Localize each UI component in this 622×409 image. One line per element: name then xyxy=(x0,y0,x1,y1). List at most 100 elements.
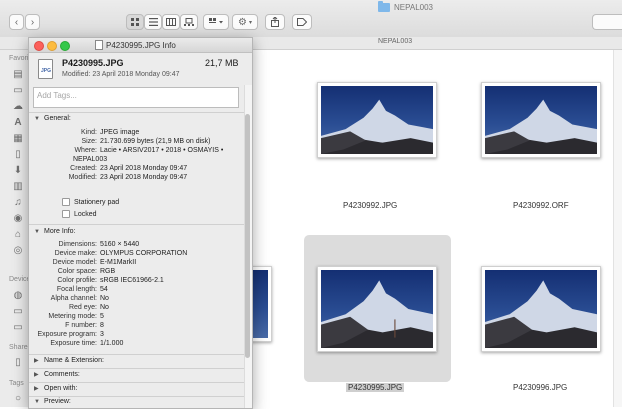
sidebar-item-shared[interactable]: ▯ xyxy=(12,357,24,368)
gallery-view-icon xyxy=(184,18,194,26)
sidebar-item-downloads[interactable]: ⬇ xyxy=(12,165,24,176)
disk-icon: ◍ xyxy=(13,290,23,301)
sidebar-item-home[interactable]: ⌂ xyxy=(12,229,24,240)
sidebar-item-pictures[interactable]: ◉ xyxy=(12,213,24,224)
list-view-button[interactable] xyxy=(144,14,162,30)
home-icon: ⌂ xyxy=(14,229,22,240)
applications-icon: A xyxy=(14,117,22,128)
section-comments[interactable]: ▶ Comments: xyxy=(34,371,80,378)
forward-button[interactable]: › xyxy=(25,14,40,30)
sidebar-item-music[interactable]: ♫ xyxy=(12,197,24,208)
info-scrollbar-thumb[interactable] xyxy=(245,114,250,358)
cloud-icon: ☁ xyxy=(13,101,23,112)
sidebar-item-documents[interactable]: ▯ xyxy=(12,149,24,160)
sidebar-item-drive-3[interactable]: ▭ xyxy=(12,322,24,333)
divider xyxy=(29,368,244,369)
photo-mountain xyxy=(321,270,433,348)
file-name[interactable]: P4230995.JPG xyxy=(346,383,405,392)
sidebar-item-tag[interactable]: ○ xyxy=(12,393,24,404)
gear-icon: ⚙ xyxy=(238,16,247,28)
arrange-icon xyxy=(209,18,223,24)
thumbnail xyxy=(317,266,437,352)
tags-button[interactable] xyxy=(292,14,312,30)
checkbox-box[interactable] xyxy=(62,210,70,218)
arrange-button[interactable] xyxy=(203,14,229,30)
drive-icon: ▭ xyxy=(13,85,23,96)
camera-icon: ◉ xyxy=(13,213,23,224)
icon-view-icon xyxy=(130,18,139,26)
section-name-extension[interactable]: ▶ Name & Extension: xyxy=(34,357,104,364)
sidebar-item-desktop[interactable]: ▦ xyxy=(12,133,24,144)
list-view-icon xyxy=(148,18,158,26)
section-general[interactable]: ▼ General: xyxy=(34,115,71,122)
photo-mountain xyxy=(253,270,268,338)
disclosure-closed-icon: ▶ xyxy=(34,372,39,378)
tag-icon: ○ xyxy=(14,393,22,404)
downloads-icon: ⬇ xyxy=(13,165,23,176)
window-title: NEPAL003 xyxy=(378,0,433,13)
sidebar-item-applications[interactable]: A xyxy=(12,117,24,128)
column-view-icon xyxy=(166,18,176,26)
file-name[interactable]: P4230996.JPG xyxy=(513,383,567,392)
tags-input[interactable]: Add Tags... xyxy=(33,87,239,108)
folder-icon xyxy=(378,0,390,12)
tag-icon xyxy=(297,18,307,26)
gallery-view-button[interactable] xyxy=(180,14,198,30)
divider xyxy=(29,224,244,225)
section-open-with[interactable]: ▶ Open with: xyxy=(34,385,77,392)
network-icon: ▯ xyxy=(15,357,21,368)
sidebar-item-movies[interactable]: ▥ xyxy=(12,181,24,192)
disclosure-closed-icon: ▶ xyxy=(34,358,39,364)
photo-mountain xyxy=(485,86,597,154)
documents-icon: ▯ xyxy=(15,149,21,160)
info-window: P4230995.JPG Info JPG P4230995.JPG 21,7 … xyxy=(28,37,253,409)
minimize-button[interactable] xyxy=(47,41,57,51)
chevron-right-icon: › xyxy=(30,16,35,28)
back-button[interactable]: ‹ xyxy=(9,14,24,30)
thumbnail xyxy=(481,82,601,158)
file-name[interactable]: P4230992.ORF xyxy=(513,201,569,210)
disclosure-open-icon: ▼ xyxy=(34,228,40,235)
close-button[interactable] xyxy=(34,41,44,51)
checkbox-box[interactable] xyxy=(62,198,70,206)
search-field[interactable] xyxy=(592,14,622,30)
disclosure-closed-icon: ▶ xyxy=(34,386,39,392)
section-preview[interactable]: ▼ Preview: xyxy=(34,398,71,405)
airdrop-icon: ◎ xyxy=(13,245,23,256)
disclosure-open-icon: ▼ xyxy=(34,115,40,122)
finder-toolbar: ‹ › ⚙ ▾ xyxy=(0,0,622,38)
sidebar-item-all-files[interactable]: ▤ xyxy=(12,69,24,80)
divider xyxy=(29,382,244,383)
sidebar-item-icloud[interactable]: ☁ xyxy=(12,101,24,112)
sidebar-shared-header: Share xyxy=(9,344,28,351)
main-scrollbar[interactable] xyxy=(613,50,622,407)
file-name[interactable]: P4230992.JPG xyxy=(343,201,397,210)
stationery-checkbox[interactable]: Stationery pad xyxy=(62,198,119,206)
chevron-down-icon: ▾ xyxy=(248,19,252,26)
divider xyxy=(29,396,244,397)
sidebar: Favori ▤ ▭ ☁ A ▦ ▯ ⬇ ▥ ♫ ◉ ⌂ ◎ Device ◍ … xyxy=(0,50,31,407)
sidebar-item-airdrop[interactable]: ◎ xyxy=(12,245,24,256)
locked-checkbox[interactable]: Locked xyxy=(62,210,97,218)
thumbnail xyxy=(317,82,437,158)
chevron-left-icon: ‹ xyxy=(14,16,19,28)
share-button[interactable] xyxy=(265,14,285,30)
sidebar-item-disk[interactable]: ◍ xyxy=(12,290,24,301)
info-file-name: P4230995.JPG xyxy=(62,58,124,68)
info-modified-summary: Modified: 23 April 2018 Monday 09:47 xyxy=(62,71,180,78)
zoom-button[interactable] xyxy=(60,41,70,51)
column-view-button[interactable] xyxy=(162,14,180,30)
document-icon xyxy=(95,40,103,50)
info-title: P4230995.JPG Info xyxy=(95,40,176,50)
desktop-icon: ▦ xyxy=(13,133,23,144)
icon-view-button[interactable] xyxy=(126,14,144,30)
info-file-size: 21,7 MB xyxy=(205,58,239,68)
section-more-info[interactable]: ▼ More Info: xyxy=(34,228,76,235)
thumbnail xyxy=(250,266,272,342)
movies-icon: ▥ xyxy=(13,181,23,192)
action-button[interactable]: ⚙ ▾ xyxy=(232,14,258,30)
sidebar-item-drive-2[interactable]: ▭ xyxy=(12,306,24,317)
sidebar-item-drive[interactable]: ▭ xyxy=(12,85,24,96)
music-icon: ♫ xyxy=(14,197,22,208)
divider xyxy=(29,354,244,355)
